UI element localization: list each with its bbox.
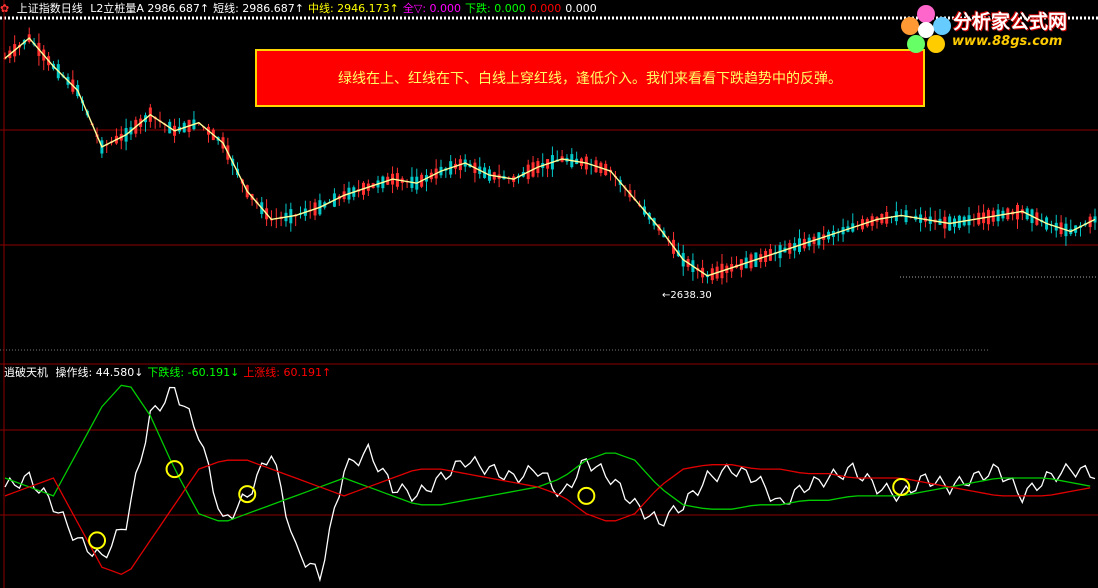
header-indicator-list: L2立桩量A 2986.687↑ 短线: 2986.687↑ 中线: 2946.17… bbox=[90, 2, 601, 15]
price-low-label: ←2638.30 bbox=[662, 290, 712, 301]
sub-series-1 bbox=[4, 384, 1091, 522]
annotation-callout: 绿线在上、红线在下、白线上穿红线，逢低介入。我们来看看下跌趋势中的反弹。 bbox=[255, 49, 925, 107]
sub-indicator-list: 操作线: 44.580↓ 下跌线: -60.191↓ 上涨线: 60.191↑ bbox=[56, 366, 336, 379]
crossover-marker-0 bbox=[88, 531, 107, 550]
chart-title: 上证指数日线 bbox=[16, 2, 83, 15]
sub-indicator-0: 操作线: 44.580↓ bbox=[55, 366, 144, 379]
header-indicator-2: 中线: 2946.173↑ bbox=[307, 2, 399, 15]
header-indicator-5: 0.000 bbox=[529, 2, 562, 15]
gear-icon[interactable]: ✿ bbox=[0, 2, 9, 15]
sub-panel-header: 逍破天机 操作线: 44.580↓ 下跌线: -60.191↓ 上涨线: 60.19… bbox=[4, 366, 339, 380]
logo-url: www.88gs.com bbox=[952, 34, 1063, 49]
header-indicator-4: 下跌: 0.000 bbox=[465, 2, 526, 15]
callout-text: 绿线在上、红线在下、白线上穿红线，逢低介入。我们来看看下跌趋势中的反弹。 bbox=[338, 71, 842, 87]
header-indicator-6: 0.000 bbox=[565, 2, 597, 15]
header-indicator-1: 短线: 2986.687↑ bbox=[213, 2, 304, 15]
header-indicator-3: 全▽: 0.000 bbox=[402, 2, 462, 15]
main-header: ✿ 上证指数日线 L2立桩量A 2986.687↑ 短线: 2986.687↑ 中线… bbox=[0, 2, 605, 16]
site-logo: 分析家公式网 www.88gs.com bbox=[896, 0, 1098, 58]
sub-series-2 bbox=[4, 459, 1091, 576]
sub-indicator-2: 上涨线: 60.191↑ bbox=[243, 366, 332, 379]
header-indicator-0: L2立桩量A 2986.687↑ bbox=[90, 2, 210, 15]
crossover-marker-3 bbox=[577, 486, 596, 505]
sub-indicator-1: 下跌线: -60.191↓ bbox=[147, 366, 240, 379]
flower-logo-icon bbox=[901, 5, 951, 53]
crossover-marker-2 bbox=[238, 485, 257, 504]
logo-title: 分析家公式网 bbox=[953, 11, 1068, 33]
sub-panel-title: 逍破天机 bbox=[4, 366, 48, 379]
